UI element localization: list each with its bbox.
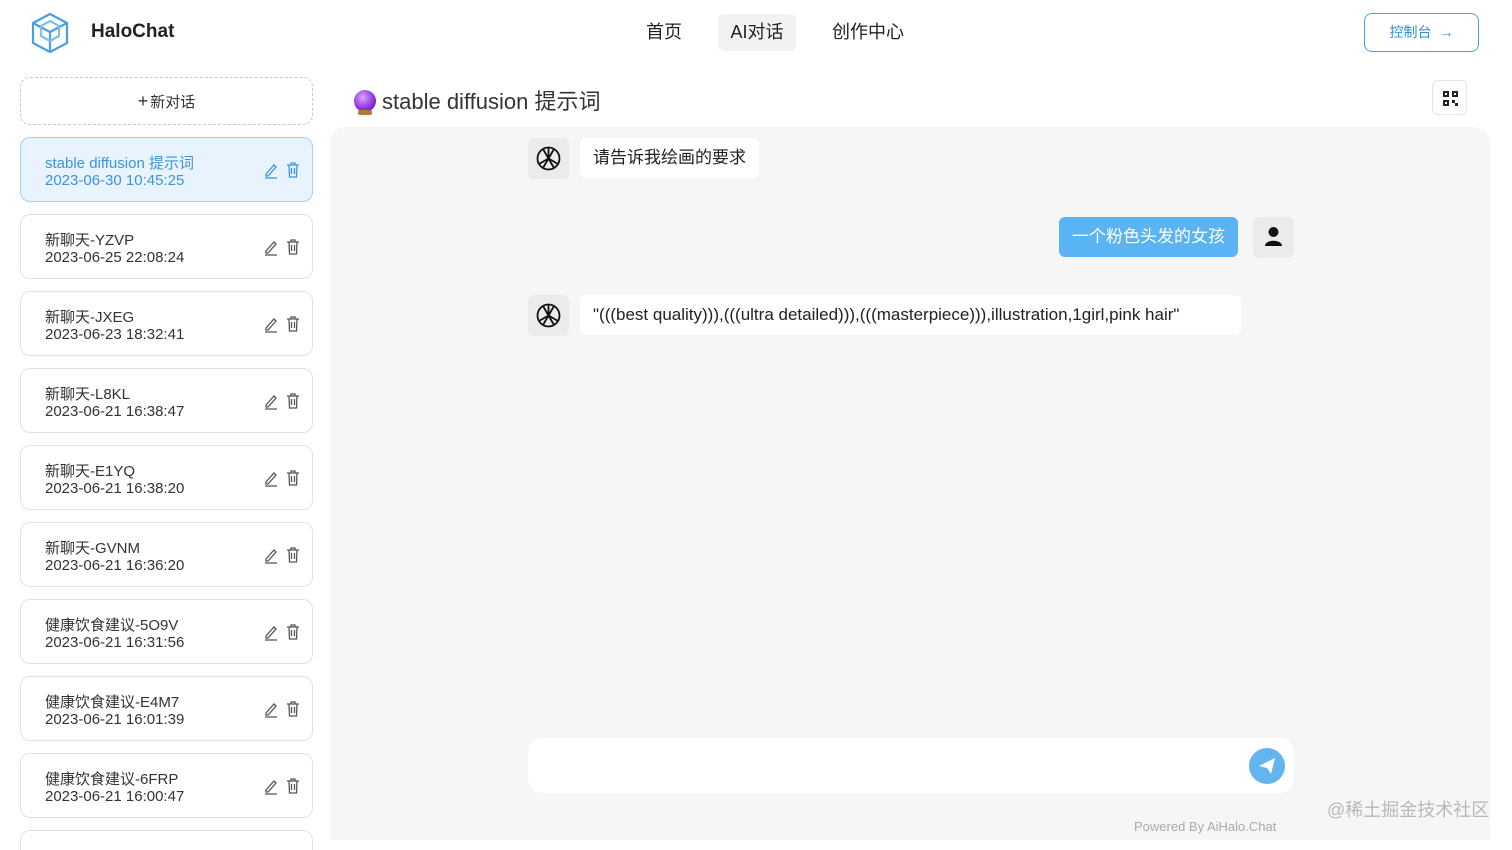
edit-icon[interactable] [263,546,279,564]
chat-panel [330,127,1490,840]
crystal-ball-icon [354,90,376,115]
send-button[interactable] [1249,748,1285,784]
conversation-item[interactable]: 健康饮食建议-6FRP 2023-06-21 16:00:47 [20,753,313,818]
nav-creation-center[interactable]: 创作中心 [822,14,914,51]
new-chat-label: 新对话 [150,94,196,111]
assistant-message: 请告诉我绘画的要求 [580,138,759,178]
openai-logo-icon [536,303,561,328]
chat-title: stable diffusion 提示词 [354,84,600,116]
assistant-avatar [528,138,569,179]
chat-title-text: stable diffusion 提示词 [382,89,601,114]
edit-icon[interactable] [263,700,279,718]
nav-ai-chat[interactable]: AI对话 [718,14,796,51]
trash-icon[interactable] [285,315,301,333]
edit-icon[interactable] [263,623,279,641]
edit-icon[interactable] [263,777,279,795]
conversation-title: 健康饮食建议-E4M7 [45,694,180,711]
conversation-item[interactable]: 新聊天-GVNM 2023-06-21 16:36:20 [20,522,313,587]
watermark: @稀土掘金技术社区 [1327,800,1490,820]
trash-icon[interactable] [285,623,301,641]
qr-code-icon [1443,91,1458,106]
trash-icon[interactable] [285,700,301,718]
conversation-item[interactable]: 新聊天-JXEG 2023-06-23 18:32:41 [20,291,313,356]
conversation-time: 2023-06-21 16:38:47 [45,403,185,420]
conversation-item[interactable]: 健康饮食建议-E4M7 2023-06-21 16:01:39 [20,676,313,741]
send-icon [1259,758,1275,774]
conversation-title: stable diffusion 提示词 [45,155,194,172]
conversation-item[interactable]: 新聊天-L8KL 2023-06-21 16:38:47 [20,368,313,433]
conversation-item[interactable]: stable diffusion 提示词 2023-06-30 10:45:25 [20,137,313,202]
edit-icon[interactable] [263,238,279,256]
trash-icon[interactable] [285,161,301,179]
conversation-time: 2023-06-25 22:08:24 [45,249,185,266]
plus-icon: + [137,91,149,111]
trash-icon[interactable] [285,392,301,410]
powered-by: Powered By AiHalo.Chat [1134,819,1277,834]
conversation-item[interactable]: 健康饮食建议-5O9V 2023-06-21 16:31:56 [20,599,313,664]
conversation-item-partial[interactable] [20,830,313,850]
conversation-title: 健康饮食建议-6FRP [45,771,179,788]
trash-icon[interactable] [285,469,301,487]
arrow-right-icon: → [1439,24,1454,40]
user-avatar [1253,217,1294,258]
main-nav: 首页 AI对话 创作中心 [0,14,1512,52]
conversation-title: 新聊天-JXEG [45,309,135,326]
top-bar: HaloChat 首页 AI对话 创作中心 控制台 → [0,0,1512,66]
console-button-label: 控制台 [1389,24,1432,40]
edit-icon[interactable] [263,469,279,487]
conversation-title: 健康饮食建议-5O9V [45,617,179,634]
assistant-avatar [528,295,569,336]
conversation-title: 新聊天-GVNM [45,540,140,557]
conversation-time: 2023-06-23 18:32:41 [45,326,185,343]
conversation-title: 新聊天-YZVP [45,232,135,249]
nav-home[interactable]: 首页 [634,14,694,51]
edit-icon[interactable] [263,315,279,333]
trash-icon[interactable] [285,546,301,564]
assistant-message: "(((best quality))),(((ultra detailed)))… [580,295,1241,335]
edit-icon[interactable] [263,392,279,410]
conversation-time: 2023-06-21 16:36:20 [45,557,185,574]
user-icon [1265,227,1282,246]
trash-icon[interactable] [285,777,301,795]
conversation-time: 2023-06-21 16:00:47 [45,788,185,805]
message-input[interactable] [528,738,1294,793]
user-message: 一个粉色头发的女孩 [1059,217,1238,257]
openai-logo-icon [536,146,561,171]
conversation-time: 2023-06-30 10:45:25 [45,172,185,189]
trash-icon[interactable] [285,238,301,256]
conversation-title: 新聊天-L8KL [45,386,131,403]
conversation-time: 2023-06-21 16:38:20 [45,480,185,497]
edit-icon[interactable] [263,161,279,179]
conversation-title: 新聊天-E1YQ [45,463,136,480]
conversation-time: 2023-06-21 16:01:39 [45,711,185,728]
conversation-time: 2023-06-21 16:31:56 [45,634,185,651]
qr-code-button[interactable] [1432,80,1467,115]
console-button[interactable]: 控制台 → [1364,13,1479,52]
conversation-item[interactable]: 新聊天-YZVP 2023-06-25 22:08:24 [20,214,313,279]
conversation-item[interactable]: 新聊天-E1YQ 2023-06-21 16:38:20 [20,445,313,510]
new-chat-button[interactable]: + 新对话 [20,77,313,125]
